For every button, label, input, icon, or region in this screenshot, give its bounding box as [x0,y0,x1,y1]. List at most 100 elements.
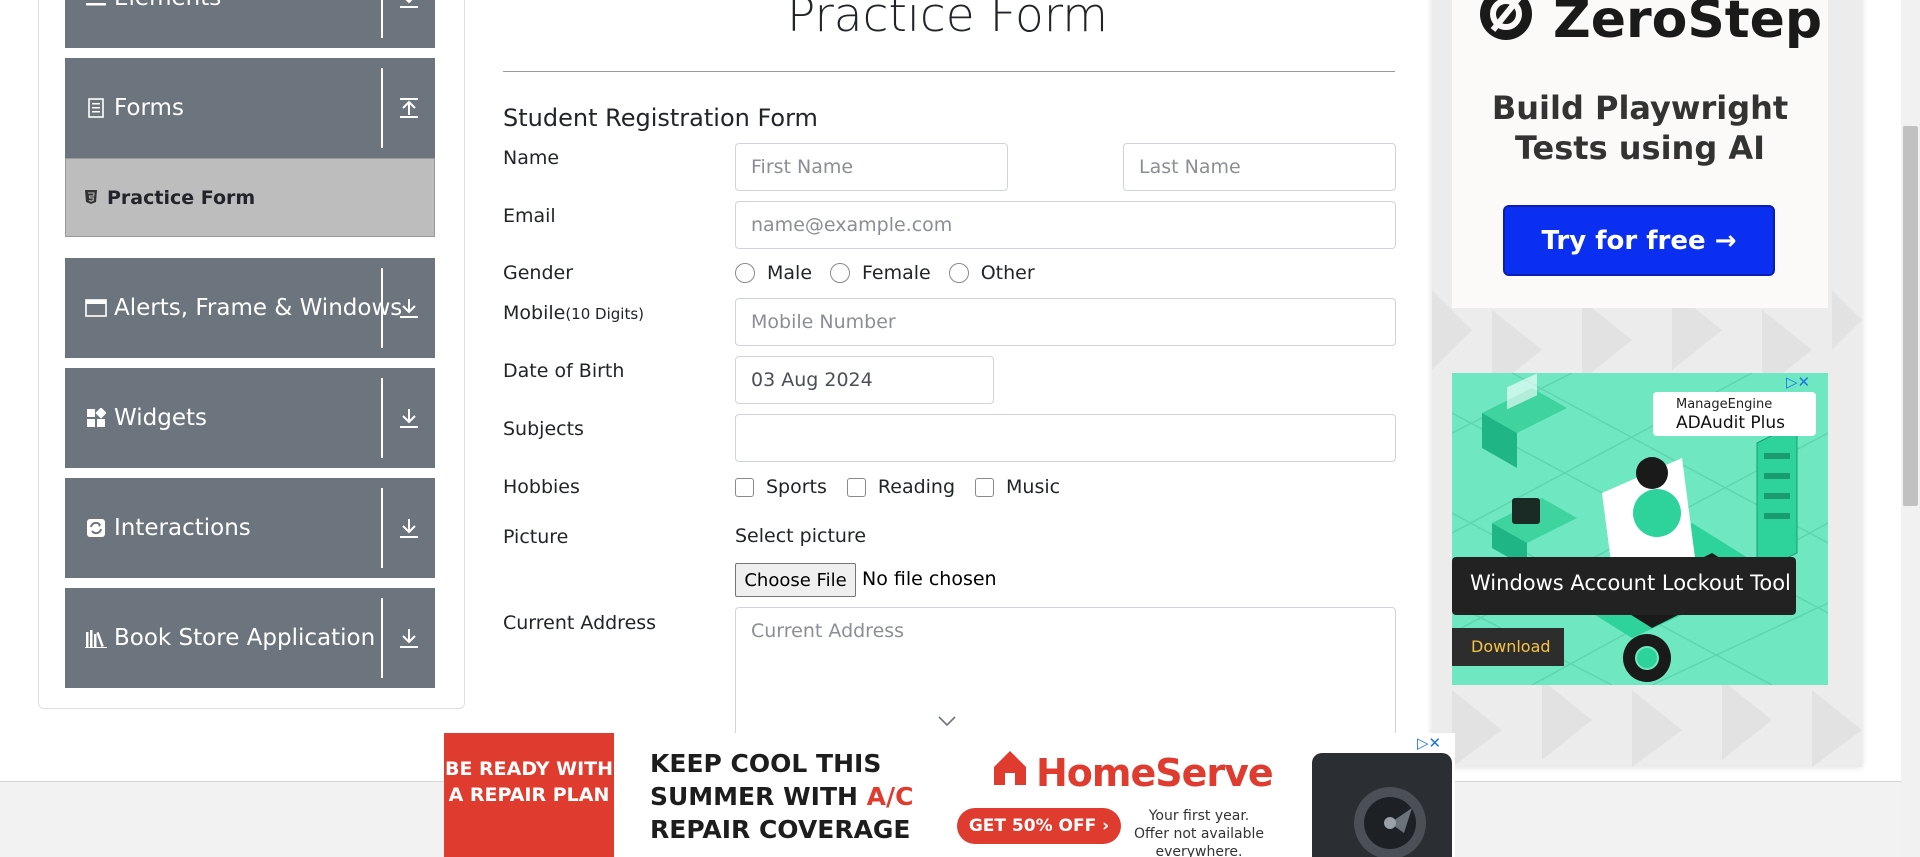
current-address-label: Current Address [503,612,657,634]
last-name-input[interactable] [1123,143,1396,191]
sidebar-group-forms[interactable]: Forms [65,58,435,158]
widgets-icon [85,407,107,429]
separator [381,268,383,348]
hobby-option-music[interactable]: Music [975,476,1060,498]
banner-headline-line: REPAIR COVERAGE [650,815,911,844]
download-arrow-icon[interactable] [395,404,423,432]
list-icon [85,0,107,9]
sidebar-group-interactions[interactable]: Interactions [65,478,435,578]
subjects-label: Subjects [503,418,584,440]
radio-label: Other [980,262,1035,284]
separator [381,0,383,38]
separator [381,378,383,458]
radio-label: Male [767,262,813,284]
download-arrow-icon[interactable] [395,624,423,652]
upload-arrow-icon[interactable] [395,94,423,122]
checkbox[interactable] [846,477,866,497]
sidebar-item-practice-form[interactable]: Practice Form [65,158,435,237]
ad-choices-close-icon[interactable]: ▷✕ [1786,373,1810,391]
offer-note: Your first year. Offer not available eve… [1133,808,1265,857]
mobile-hint: (10 Digits) [565,305,644,323]
email-input[interactable] [735,201,1396,249]
sidebar-group-label: Book Store Application [114,625,376,651]
form-doc-icon [85,97,107,119]
separator [381,488,383,568]
checkbox-label: Reading [877,476,956,498]
dob-label: Date of Birth [503,360,625,382]
no-file-chosen-text: No file chosen [862,568,997,590]
banner-headline-line: KEEP COOL THIS [650,749,882,778]
zerostep-brand: ZeroStep [1553,0,1823,50]
checkbox[interactable] [735,477,754,497]
select-picture-label: Select picture [735,525,867,547]
house-logo-icon [990,747,1030,793]
separator [381,68,383,148]
radio-button[interactable] [948,263,969,283]
adaudit-product-name: ADAudit Plus [1676,413,1786,433]
mobile-label: Mobile(10 Digits) [503,302,644,324]
html5-icon [84,189,98,209]
gender-option-other[interactable]: Other [948,262,1035,284]
sidebar-group-label: Elements [114,0,221,11]
checkbox-label: Sports [766,476,827,498]
download-arrow-icon[interactable] [395,294,423,322]
download-arrow-icon[interactable] [395,514,423,542]
subjects-input[interactable] [735,414,1396,462]
gender-radio-group: Male Female Other [735,262,1053,284]
date-of-birth-input[interactable] [735,356,994,404]
offer-button[interactable]: GET 50% OFF › [957,808,1121,844]
sidebar-group-widgets[interactable]: Widgets [65,368,435,468]
manageengine-vendor: ManageEngine [1676,397,1773,412]
gender-option-female[interactable]: Female [830,262,931,284]
checkbox[interactable] [975,477,995,497]
try-for-free-button[interactable]: Try for free → [1503,205,1775,276]
sidebar-group-book-store-application[interactable]: Book Store Application [65,588,435,688]
sidebar-group-label: Widgets [114,405,207,431]
banner-headline-accent: A/C [866,782,914,811]
chevron-down-icon [937,712,957,731]
homeserve-brand: HomeServe [1036,751,1274,795]
gender-option-male[interactable]: Male [735,262,812,284]
window-icon [85,297,107,319]
divider [503,71,1395,72]
zerostep-tagline: Build Playwright Tests using AI [1491,89,1789,167]
books-icon [85,627,107,649]
current-address-textarea[interactable] [735,607,1396,747]
choose-file-button[interactable]: Choose File [735,563,856,597]
mobile-input[interactable] [735,298,1396,346]
radio-button[interactable] [830,263,851,283]
homeserve-banner-ad[interactable]: BE READY WITH A REPAIR PLAN KEEP COOL TH… [444,733,1455,857]
name-label: Name [503,147,560,169]
gender-label: Gender [503,262,574,284]
radio-button[interactable] [735,263,755,283]
sidebar-group-label: Forms [114,95,184,121]
banner-headline-part: SUMMER WITH [650,782,867,811]
scrollbar-thumb[interactable] [1903,126,1918,506]
adaudit-download-button[interactable]: Download [1452,628,1564,666]
adaudit-headline: Windows Account Lockout Tool [1452,557,1796,615]
hobbies-checkbox-group: Sports Reading Music [735,476,1078,498]
interactions-icon [85,517,107,539]
ad-choices-close-icon[interactable]: ▷✕ [1417,734,1441,752]
hobbies-label: Hobbies [503,476,580,498]
hobby-option-sports[interactable]: Sports [735,476,827,498]
ac-unit-image [1312,753,1452,857]
sidebar-group-alerts-frame-windows[interactable]: Alerts, Frame & Windows [65,258,435,358]
banner-headline-line: SUMMER WITH A/C [650,780,913,813]
page-title: Practice Form [786,0,1109,43]
sidebar-item-label: Practice Form [107,187,256,209]
checkbox-label: Music [1006,476,1061,498]
sidebar-group-elements[interactable]: Elements [65,0,435,48]
separator [381,598,383,678]
zerostep-logo-icon [1473,0,1539,52]
sidebar-group-label: Interactions [114,515,251,541]
picture-label: Picture [503,526,569,548]
email-label: Email [503,205,556,227]
hobby-option-reading[interactable]: Reading [846,476,956,498]
radio-label: Female [862,262,931,284]
mobile-label-text: Mobile [503,302,566,324]
form-heading: Student Registration Form [503,104,818,132]
banner-headline: KEEP COOL THIS SUMMER WITH A/C REPAIR CO… [650,747,913,846]
download-arrow-icon[interactable] [395,0,423,12]
first-name-input[interactable] [735,143,1008,191]
